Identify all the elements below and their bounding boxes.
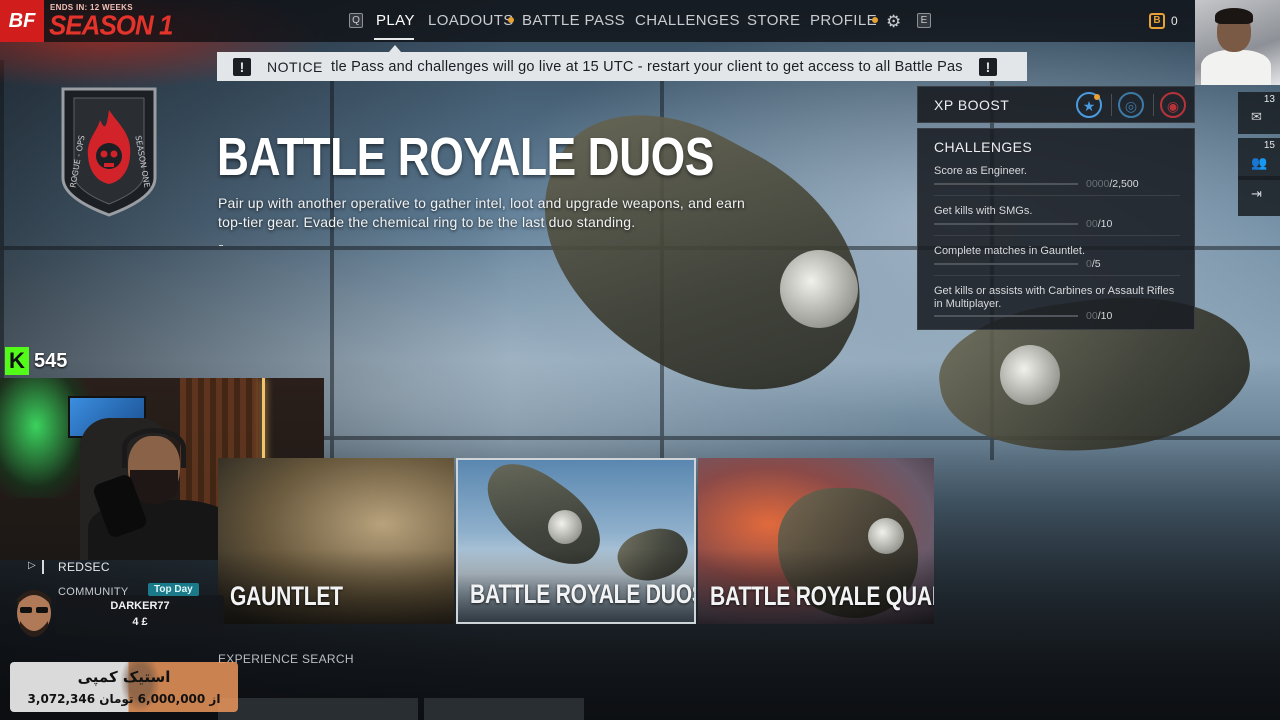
challenge-text: Get kills with SMGs. bbox=[934, 205, 1033, 217]
play-icon: ▷ bbox=[28, 560, 36, 571]
mail-icon: ✉ bbox=[1251, 109, 1262, 124]
notice-message: tle Pass and challenges will go live at … bbox=[331, 58, 963, 75]
profile-notification-dot bbox=[872, 17, 878, 23]
notice-alert-icon: ! bbox=[233, 57, 251, 76]
exit-button[interactable]: ⇥ bbox=[1238, 176, 1280, 216]
mode-card-title: GAUNTLET bbox=[230, 581, 343, 611]
mode-card-battle-royale-duos[interactable]: BATTLE ROYALE DUOS bbox=[456, 458, 696, 624]
top-day-badge: Top Day bbox=[148, 583, 199, 596]
experience-search-label: EXPERIENCE SEARCH bbox=[218, 652, 354, 666]
loadouts-notification-dot bbox=[508, 17, 514, 23]
webcam-person-shirt bbox=[1201, 50, 1271, 85]
currency-value: 0 bbox=[1171, 14, 1178, 28]
challenge-text: Score as Engineer. bbox=[934, 165, 1027, 177]
headphones-icon bbox=[122, 428, 186, 468]
kick-logo: K bbox=[5, 347, 29, 375]
top-donor-widget: Top Day DARKER77 4 £ bbox=[8, 583, 224, 637]
notice-alert-icon-right: ! bbox=[979, 57, 997, 76]
donor-name: DARKER77 bbox=[110, 600, 170, 612]
weapon-boost-icon[interactable]: ◎ bbox=[1118, 92, 1144, 118]
challenge-progress: 0/5 bbox=[1086, 258, 1101, 270]
donor-avatar bbox=[17, 590, 51, 637]
challenge-divider bbox=[934, 195, 1180, 196]
gear-icon[interactable]: ⚙ bbox=[886, 12, 901, 32]
exit-icon: ⇥ bbox=[1251, 186, 1262, 201]
emblem-shield-icon: ROGUE - OPS SEASON ONE bbox=[61, 87, 157, 217]
viewer-count: 545 bbox=[34, 350, 68, 372]
challenge-progress-bar bbox=[934, 263, 1078, 265]
battlepass-boost-icon[interactable]: ◉ bbox=[1160, 92, 1186, 118]
tab-profile[interactable]: PROFILE bbox=[810, 12, 877, 29]
tag-divider bbox=[42, 560, 44, 574]
notice-banner[interactable]: ! NOTICE tle Pass and challenges will go… bbox=[217, 52, 1027, 81]
challenge-text: Get kills or assists with Carbines or As… bbox=[934, 285, 1175, 310]
challenge-item[interactable]: Get kills or assists with Carbines or As… bbox=[934, 285, 1182, 322]
private-servers-button[interactable] bbox=[424, 698, 584, 720]
mode-description: Pair up with another operative to gather… bbox=[218, 195, 745, 230]
season-label[interactable]: SEASON 1 bbox=[49, 9, 173, 42]
top-right-webcam bbox=[1195, 0, 1280, 85]
challenge-divider bbox=[934, 235, 1180, 236]
tab-loadouts[interactable]: LOADOUTS bbox=[428, 12, 514, 29]
tab-store[interactable]: STORE bbox=[747, 12, 800, 29]
xp-boost-title: XP BOOST bbox=[934, 97, 1010, 113]
xp-divider bbox=[1111, 94, 1112, 116]
challenge-item[interactable]: Score as Engineer. 0000/2,500 bbox=[934, 165, 1182, 196]
top-nav-bar: BF ENDS IN: 12 WEEKS SEASON 1 Q PLAY LOA… bbox=[0, 0, 1195, 42]
xp-boost-panel[interactable]: XP BOOST ★ ◎ ◉ bbox=[917, 86, 1195, 123]
game-logo[interactable]: BF bbox=[0, 0, 44, 42]
mail-button[interactable]: 13 ✉ bbox=[1238, 92, 1280, 134]
donation-goal-widget: استیک کمپی 3,072,346 از 6,000,000 تومان bbox=[10, 662, 238, 712]
challenge-item[interactable]: Complete matches in Gauntlet. 0/5 bbox=[934, 245, 1182, 276]
mail-count: 13 bbox=[1263, 94, 1275, 105]
page-title: BATTLE ROYALE DUOS bbox=[217, 127, 714, 187]
challenges-panel[interactable]: CHALLENGES Score as Engineer. 0000/2,500… bbox=[917, 128, 1195, 330]
challenge-progress: 0000/2,500 bbox=[1086, 178, 1139, 190]
currency-icon[interactable]: B bbox=[1149, 13, 1165, 29]
challenge-progress: 00/10 bbox=[1086, 310, 1113, 322]
active-tab-underline bbox=[374, 38, 414, 40]
mode-card-title: BATTLE ROYALE QUADS bbox=[710, 581, 934, 611]
notice-label: NOTICE bbox=[267, 58, 323, 75]
challenges-title: CHALLENGES bbox=[934, 139, 1033, 155]
hero-divider bbox=[219, 245, 223, 246]
mode-card-title: BATTLE ROYALE DUOS bbox=[470, 579, 696, 609]
mode-card-gauntlet[interactable]: GAUNTLET bbox=[218, 458, 454, 624]
squad-icon: 👥 bbox=[1251, 155, 1268, 170]
tab-challenges[interactable]: CHALLENGES bbox=[635, 12, 740, 29]
boost-notification-dot bbox=[1094, 94, 1100, 100]
squad-count: 15 bbox=[1263, 140, 1275, 151]
challenge-progress-bar bbox=[934, 223, 1078, 225]
challenge-text: Complete matches in Gauntlet. bbox=[934, 245, 1086, 257]
goal-progress-text: 3,072,346 از 6,000,000 تومان bbox=[27, 692, 221, 706]
search-experiences-button[interactable] bbox=[218, 698, 418, 720]
notice-caret bbox=[389, 45, 401, 52]
goal-title: استیک کمپی bbox=[77, 668, 171, 686]
webcam-person-hair bbox=[1215, 8, 1253, 24]
squad-button[interactable]: 15 👥 bbox=[1238, 138, 1280, 180]
key-hint-q: Q bbox=[349, 13, 363, 28]
season-emblem[interactable]: ROGUE - OPS SEASON ONE bbox=[60, 86, 158, 218]
challenge-progress-bar bbox=[934, 183, 1078, 185]
tab-battle-pass[interactable]: BATTLE PASS bbox=[522, 12, 625, 29]
key-hint-e: E bbox=[917, 13, 931, 28]
challenge-divider bbox=[934, 275, 1180, 276]
challenge-item[interactable]: Get kills with SMGs. 00/10 bbox=[934, 205, 1182, 236]
mode-card-battle-royale-quads[interactable]: BATTLE ROYALE QUADS bbox=[698, 458, 934, 624]
tab-play[interactable]: PLAY bbox=[376, 12, 415, 29]
xp-divider bbox=[1153, 94, 1154, 116]
game-tag-label: REDSEC bbox=[58, 560, 110, 574]
donor-amount: 4 £ bbox=[132, 616, 148, 628]
challenge-progress: 00/10 bbox=[1086, 218, 1113, 230]
challenge-progress-bar bbox=[934, 315, 1078, 317]
